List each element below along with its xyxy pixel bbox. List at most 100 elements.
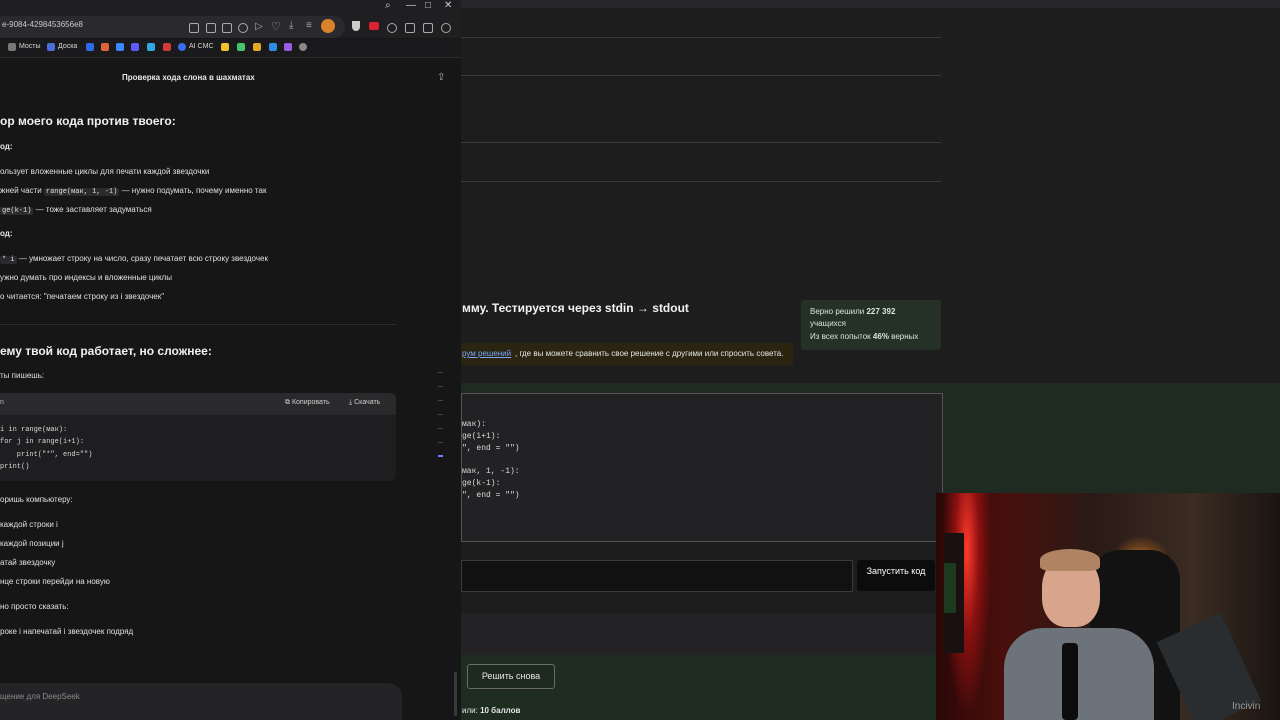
- list-item: атай звездочку: [0, 558, 56, 567]
- inline-code: * i: [0, 256, 17, 264]
- maximize-icon[interactable]: □: [425, 0, 431, 11]
- stats-label: Верно решили: [810, 307, 865, 316]
- nav-dash[interactable]: [438, 386, 443, 387]
- list-item: ользует вложенные циклы для печати каждо…: [0, 167, 210, 176]
- chat-title: Проверка хода слона в шахматах: [122, 73, 255, 82]
- editor-line[interactable]: мак):: [462, 420, 486, 429]
- menu-icon[interactable]: ≡: [306, 20, 312, 31]
- extension-icon[interactable]: [423, 23, 433, 33]
- nav-dash-active[interactable]: [438, 455, 443, 457]
- code-lang: n: [0, 399, 4, 406]
- score-text: или: 10 баллов: [462, 706, 520, 715]
- nav-dash[interactable]: [438, 400, 443, 401]
- download-icon: ⤓: [349, 399, 353, 406]
- minimize-icon[interactable]: —: [406, 0, 416, 11]
- youtube-icon[interactable]: [369, 22, 379, 30]
- camera-icon[interactable]: [222, 23, 232, 33]
- list-item: каждой позиции j: [0, 539, 64, 548]
- bookmark-icon[interactable]: [284, 43, 292, 51]
- chat-input[interactable]: [0, 683, 402, 720]
- list-item: каждой строки i: [0, 520, 58, 529]
- run-code-label: Запустить код: [866, 566, 926, 576]
- stats-solved: Верно решили 227 392: [810, 307, 895, 316]
- close-icon[interactable]: ✕: [444, 0, 452, 11]
- scrollbar[interactable]: [454, 672, 457, 716]
- bookmark-icon[interactable]: [163, 43, 171, 51]
- list-text: — тоже заставляет задуматься: [35, 205, 152, 214]
- avatar[interactable]: [321, 19, 335, 33]
- nav-dash[interactable]: [438, 372, 443, 373]
- share-icon[interactable]: ⇪: [437, 72, 445, 83]
- divider: [461, 142, 941, 143]
- shield-icon[interactable]: [352, 21, 360, 31]
- divider: [461, 181, 941, 182]
- webcam-overlay: [936, 493, 1280, 720]
- extension-icon[interactable]: [387, 23, 397, 33]
- edit-icon[interactable]: [206, 23, 216, 33]
- copy-button[interactable]: ⧉ Копировать: [285, 399, 330, 407]
- editor-line[interactable]: ge(k-1):: [462, 479, 500, 488]
- extension-icon[interactable]: [405, 23, 415, 33]
- divider: [0, 324, 396, 325]
- code-editor[interactable]: [461, 393, 943, 542]
- editor-line[interactable]: мак, 1, -1):: [462, 467, 520, 476]
- code-line: print(): [0, 463, 30, 471]
- list-item: ge(k-1) — тоже заставляет задуматься: [0, 205, 152, 215]
- bookmark-ai-cmc[interactable]: AI CMC: [189, 43, 214, 50]
- chat-paragraph: роке i напечатай i звездочек подряд: [0, 627, 134, 636]
- chat-heading: ор моего кода против твоего:: [0, 114, 176, 128]
- bookmark-icon[interactable]: [253, 43, 261, 51]
- play-icon[interactable]: ▷: [255, 21, 263, 32]
- code-line: i in range(мак):: [0, 426, 68, 434]
- retry-button[interactable]: Решить снова: [467, 664, 555, 689]
- bookmark-icon[interactable]: [221, 43, 229, 51]
- forum-link[interactable]: рум решений: [462, 349, 511, 358]
- download-icon[interactable]: ⤓: [289, 20, 293, 31]
- heart-icon[interactable]: ♡: [271, 20, 281, 33]
- copy-icon: ⧉: [285, 399, 290, 406]
- bookmark-icon[interactable]: [101, 43, 109, 51]
- score-value: 10 баллов: [480, 706, 521, 715]
- bookmark-mosty[interactable]: Мосты: [19, 43, 41, 50]
- list-text: — нужно подумать, почему именно так: [121, 186, 267, 195]
- stats-value: 46%: [872, 332, 889, 341]
- browser-window: [0, 0, 461, 720]
- folder-icon: [8, 43, 16, 51]
- address-text[interactable]: e-9084-4298453656e8: [2, 20, 83, 29]
- nav-dash[interactable]: [438, 442, 443, 443]
- editor-line[interactable]: ge(i+1):: [462, 432, 500, 441]
- list-item: о читается: "печатаем строку из i звездо…: [0, 292, 165, 301]
- bookmark-icon[interactable]: [269, 43, 277, 51]
- tab-grid-icon[interactable]: [189, 23, 199, 33]
- nav-dash[interactable]: [438, 414, 443, 415]
- divider: [461, 75, 941, 76]
- hair: [1040, 549, 1100, 571]
- download-label: Скачать: [354, 399, 381, 406]
- bookmark-doska[interactable]: Доска: [58, 43, 77, 50]
- editor-line[interactable]: ", end = ""): [462, 491, 520, 500]
- nav-dash[interactable]: [438, 428, 443, 429]
- bookmark-icon[interactable]: [116, 43, 124, 51]
- chat-paragraph: оришь компьютеру:: [0, 495, 73, 504]
- stats-value: 227 392: [866, 307, 896, 316]
- search-icon[interactable]: ⌕: [385, 0, 391, 11]
- cube-icon[interactable]: [238, 23, 248, 33]
- stdin-input[interactable]: [461, 560, 853, 592]
- stats-label: верных: [891, 332, 919, 341]
- bookmark-icon[interactable]: [131, 43, 139, 51]
- editor-line[interactable]: ", end = ""): [462, 444, 520, 453]
- extension-icon[interactable]: [441, 23, 451, 33]
- bookmark-icon[interactable]: [237, 43, 245, 51]
- download-button[interactable]: ⤓ Скачать: [349, 399, 380, 407]
- bookmark-icon[interactable]: [86, 43, 94, 51]
- bookmark-icon[interactable]: [147, 43, 155, 51]
- settings-icon[interactable]: [299, 43, 307, 51]
- chat-subheading: од:: [0, 229, 13, 238]
- list-item: нце строки перейди на новую: [0, 577, 110, 586]
- list-item: жней части range(мак, 1, -1) — нужно под…: [0, 186, 266, 196]
- code-block-header: [0, 393, 396, 415]
- stats-solved-suffix: учащихся: [810, 319, 846, 328]
- chat-input-placeholder[interactable]: щение для DeepSeek: [0, 692, 80, 701]
- run-code-button[interactable]: Запустить код: [857, 560, 935, 591]
- chat-paragraph: но просто сказать:: [0, 602, 69, 611]
